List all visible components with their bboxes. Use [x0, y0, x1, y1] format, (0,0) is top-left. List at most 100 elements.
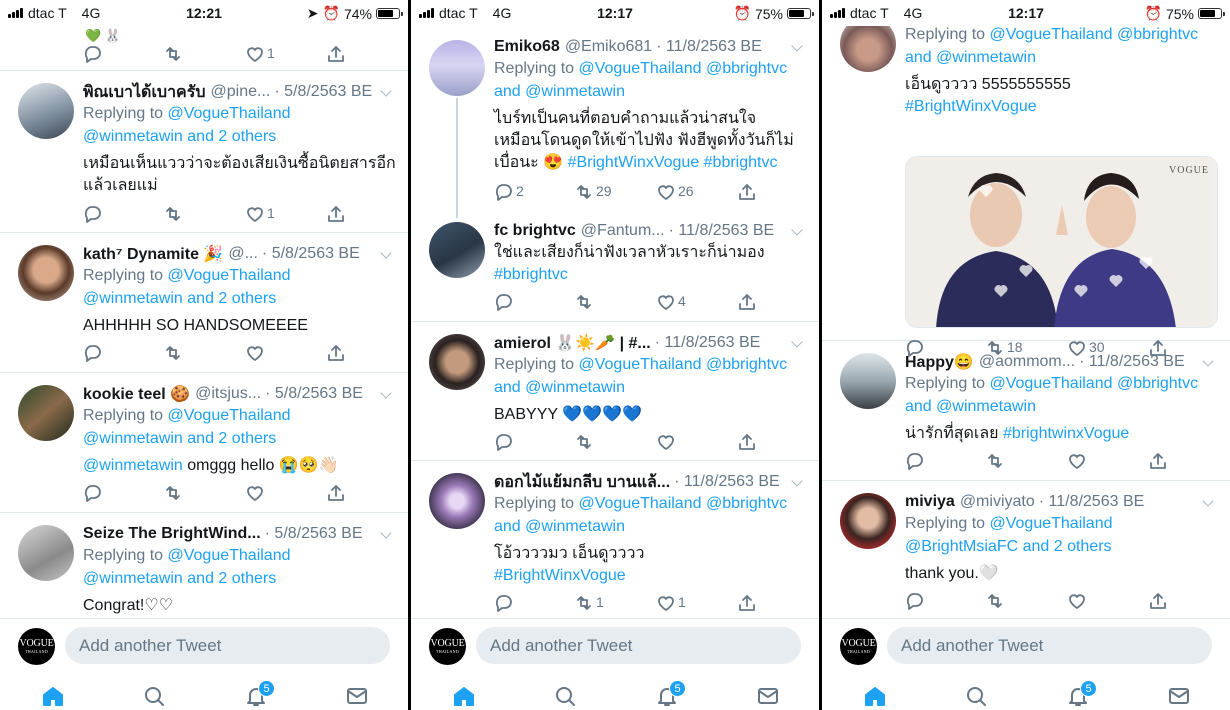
hashtags[interactable]: #BrightWinxVogue #bbrightvc — [568, 154, 778, 171]
mention-link[interactable]: @BrightMsiaFC and 2 others — [905, 538, 1112, 555]
display-name[interactable]: fc brightvc — [494, 222, 576, 240]
tweet-card[interactable]: Replying to @VogueThailand @bbrightvc and… — [822, 26, 1230, 357]
mention-link[interactable]: @winmetawin — [936, 49, 1036, 66]
mention-link[interactable]: @winmetawin — [525, 83, 625, 100]
mention-link[interactable]: @winmetawin and 2 others — [83, 430, 276, 447]
display-name[interactable]: kath⁷ Dynamite 🎉 — [83, 244, 223, 264]
search-tab[interactable] — [553, 684, 579, 710]
share-button[interactable] — [326, 341, 345, 363]
vogue-thailand-avatar[interactable]: VOGUE THAILAND — [18, 628, 55, 665]
mention-link[interactable]: @VogueThailand — [168, 407, 291, 424]
mention-link[interactable]: @winmetawin — [936, 398, 1036, 415]
avatar[interactable] — [429, 334, 485, 390]
messages-tab[interactable] — [756, 684, 782, 710]
tweet-card-partial[interactable]: 💚 🐰 1 — [0, 26, 408, 71]
mention-link[interactable]: @bbrightvc — [706, 356, 787, 373]
avatar[interactable] — [429, 40, 485, 96]
tweet-card[interactable]: kath⁷ Dynamite 🎉 @... · 5/8/2563 BE Replyi… — [0, 233, 408, 373]
mention-link[interactable]: @winmetawin — [83, 457, 183, 474]
tweet-card[interactable]: amierol 🐰☀️🥕 | #... · 11/8/2563 BE Replyi… — [411, 322, 819, 461]
tweet-card[interactable]: Happy😄 @aommom... · 11/8/2563 BE Replying … — [822, 341, 1230, 481]
retweet-button[interactable] — [163, 42, 182, 64]
like-button[interactable]: 26 — [656, 180, 694, 202]
mention-link[interactable]: @winmetawin — [525, 518, 625, 535]
like-button[interactable] — [1067, 589, 1086, 611]
mention-link[interactable]: @VogueThailand — [990, 375, 1113, 392]
mention-link[interactable]: @winmetawin — [525, 379, 625, 396]
mention-link[interactable]: @VogueThailand — [579, 356, 702, 373]
avatar[interactable] — [840, 26, 896, 72]
like-button[interactable]: 1 — [656, 591, 686, 613]
handle[interactable]: @miviyato — [960, 493, 1035, 511]
share-button[interactable] — [737, 430, 756, 452]
reply-button[interactable] — [905, 449, 924, 471]
compose-input[interactable]: Add another Tweet — [887, 627, 1212, 664]
display-name[interactable]: พิณเบาได้เบาครับ — [83, 81, 206, 103]
share-button[interactable] — [1148, 589, 1167, 611]
handle[interactable]: @aommom... — [979, 353, 1075, 371]
avatar[interactable] — [429, 222, 485, 278]
reply-button[interactable] — [83, 341, 102, 363]
like-button[interactable]: 4 — [656, 290, 686, 312]
tweet-card[interactable]: ดอกไม้แย้มกลีบ บานแล้... · 11/8/2563 BE R… — [411, 461, 819, 618]
retweet-button[interactable]: 29 — [574, 180, 612, 202]
reply-button[interactable] — [494, 430, 513, 452]
mention-link[interactable]: @winmetawin and 2 others — [83, 570, 276, 587]
display-name[interactable]: Happy😄 — [905, 352, 974, 372]
share-button[interactable] — [326, 481, 345, 503]
tweet-media-image[interactable]: VOGUE — [905, 156, 1218, 328]
retweet-button[interactable]: 1 — [574, 591, 604, 613]
mention-link[interactable]: @VogueThailand — [168, 547, 291, 564]
reply-button[interactable] — [83, 481, 102, 503]
tweet-card[interactable]: miviya @miviyato · 11/8/2563 BE Replying t… — [822, 481, 1230, 618]
like-button[interactable]: 1 — [245, 42, 275, 64]
handle[interactable]: @pine... — [211, 83, 271, 101]
mention-link[interactable]: @winmetawin and 2 others — [83, 128, 276, 145]
avatar[interactable] — [18, 83, 74, 139]
display-name[interactable]: amierol 🐰☀️🥕 | #... — [494, 333, 651, 353]
vogue-thailand-avatar[interactable]: VOGUE THAILAND — [429, 628, 466, 665]
retweet-button[interactable] — [163, 481, 182, 503]
mention-link[interactable]: @bbrightvc — [706, 495, 787, 512]
avatar[interactable] — [840, 493, 896, 549]
retweet-button[interactable] — [574, 430, 593, 452]
retweet-button[interactable] — [163, 341, 182, 363]
reply-button[interactable] — [83, 42, 102, 64]
retweet-button[interactable] — [574, 290, 593, 312]
compose-input[interactable]: Add another Tweet — [476, 627, 801, 664]
mention-link[interactable]: @VogueThailand — [579, 495, 702, 512]
like-button[interactable]: 1 — [245, 202, 275, 224]
hashtags[interactable]: #bbrightvc — [494, 266, 568, 283]
messages-tab[interactable] — [1167, 684, 1193, 710]
handle[interactable]: @Emiko681 — [565, 38, 652, 56]
tweet-card[interactable]: fc brightvc @Fantum... · 11/8/2563 BE ใช่แ… — [411, 214, 819, 322]
share-button[interactable] — [737, 180, 756, 202]
vogue-thailand-avatar[interactable]: VOGUE THAILAND — [840, 628, 877, 665]
mention-link[interactable]: @bbrightvc — [1117, 375, 1198, 392]
reply-button[interactable] — [905, 589, 924, 611]
share-button[interactable] — [326, 202, 345, 224]
notifications-tab[interactable]: 5 — [655, 680, 686, 710]
tweet-card[interactable]: พิณเบาได้เบาครับ @pine... · 5/8/2563 BE Re… — [0, 71, 408, 233]
hashtags[interactable]: #BrightWinxVogue — [905, 98, 1037, 115]
display-name[interactable]: miviya — [905, 493, 955, 511]
reply-button[interactable]: 2 — [494, 180, 524, 202]
mention-link[interactable]: @VogueThailand — [579, 60, 702, 77]
search-tab[interactable] — [142, 684, 168, 710]
reply-feed[interactable]: 💚 🐰 1 พิณเบาได้เบาครับ @pine... · 5/8/2563… — [0, 26, 408, 618]
notifications-tab[interactable]: 5 — [244, 680, 275, 710]
share-button[interactable] — [737, 290, 756, 312]
reply-feed[interactable]: Emiko68 @Emiko681 · 11/8/2563 BE Replying … — [411, 26, 819, 618]
compose-input[interactable]: Add another Tweet — [65, 627, 390, 664]
hashtags[interactable]: #brightwinxVogue — [1003, 425, 1129, 442]
mention-link[interactable]: @VogueThailand — [990, 515, 1113, 532]
like-button[interactable] — [1067, 449, 1086, 471]
tweet-card[interactable]: Emiko68 @Emiko681 · 11/8/2563 BE Replying … — [411, 30, 819, 214]
reply-feed[interactable]: Replying to @VogueThailand @bbrightvc and… — [822, 26, 1230, 618]
share-button[interactable] — [326, 42, 345, 64]
home-tab[interactable] — [863, 684, 889, 710]
like-button[interactable] — [245, 341, 264, 363]
messages-tab[interactable] — [345, 684, 371, 710]
avatar[interactable] — [840, 353, 896, 409]
handle[interactable]: @itsjus... — [195, 385, 261, 403]
